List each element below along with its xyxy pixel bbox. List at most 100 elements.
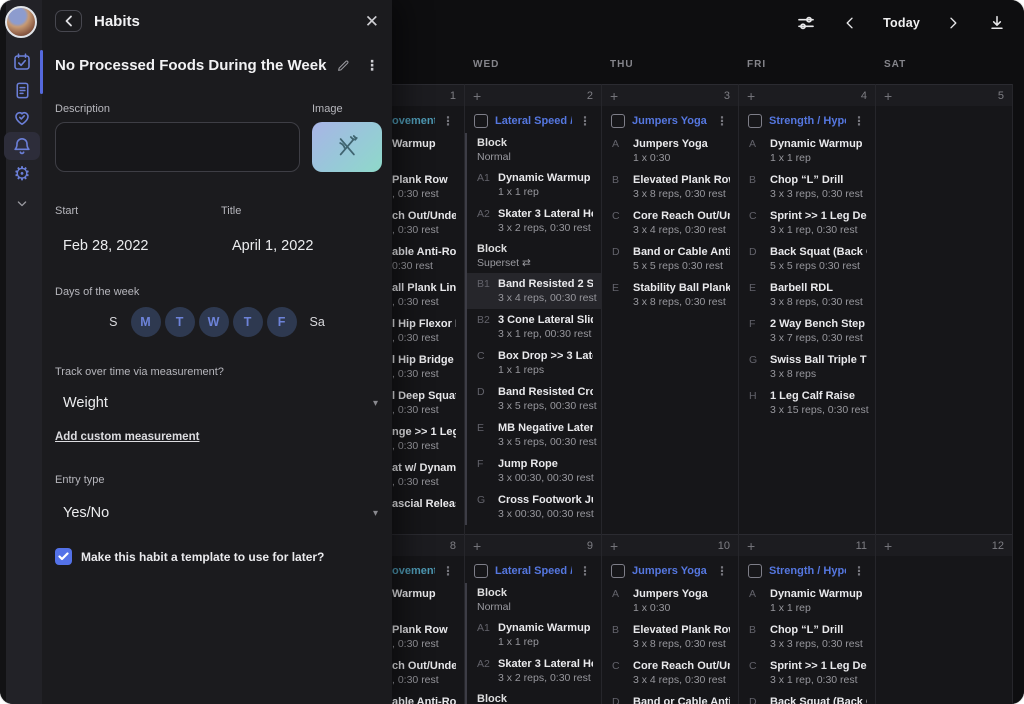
exercise-label: G [749, 353, 770, 382]
add-entry-button[interactable]: + [884, 89, 892, 103]
workout-menu-icon[interactable]: ⋮ [442, 115, 454, 127]
start-date-value[interactable]: Feb 28, 2022 [63, 238, 148, 254]
sidebar-item-health[interactable] [4, 104, 40, 132]
sidebar-item-notifications[interactable] [4, 132, 40, 160]
workout-checkbox[interactable] [748, 114, 762, 128]
day-chip-S[interactable]: S [109, 315, 117, 329]
day-chip-M[interactable]: M [131, 307, 161, 337]
exercise-row[interactable]: CBox Drop >> 3 Lateral H...1 x 1 reps [467, 345, 601, 381]
edit-pencil-icon[interactable] [336, 58, 351, 73]
workout-menu-icon[interactable]: ⋮ [853, 565, 865, 577]
prev-week-button[interactable] [839, 12, 861, 34]
exercise-row[interactable]: BElevated Plank Row3 x 8 reps, 0:30 rest [602, 169, 738, 205]
exercise-row[interactable]: FJump Rope3 x 00:30, 00:30 rest [467, 453, 601, 489]
exercise-row[interactable]: DBack Squat (Back Off Set)5 x 5 reps 0:3… [739, 691, 875, 704]
download-icon[interactable] [986, 12, 1008, 34]
exercise-row[interactable]: EBarbell RDL3 x 8 reps, 0:30 rest [739, 277, 875, 313]
exercise-row[interactable]: F2 Way Bench Step Up3 x 7 reps, 0:30 res… [739, 313, 875, 349]
scrollbar-thumb[interactable] [40, 50, 43, 94]
workout-checkbox[interactable] [474, 564, 488, 578]
sidebar-item-notes[interactable] [4, 76, 40, 104]
exercise-row[interactable]: GSwiss Ball Triple Threat3 x 8 reps [739, 349, 875, 385]
exercise-row[interactable]: CCore Reach Out/Under3 x 4 reps, 0:30 re… [602, 655, 738, 691]
add-entry-button[interactable]: + [884, 539, 892, 553]
exercise-row[interactable]: DBand or Cable Anti Rotati...5 x 5 reps … [602, 241, 738, 277]
measurement-select[interactable]: Weight ▾ [63, 395, 378, 411]
workout-title[interactable]: Lateral Speed / Plyo [495, 115, 572, 127]
exercise-row[interactable]: AJumpers Yoga1 x 0:30 [602, 133, 738, 169]
entry-type-select[interactable]: Yes/No ▾ [63, 505, 378, 521]
workout-checkbox[interactable] [474, 114, 488, 128]
exercise-row[interactable]: A1Dynamic Warmup1 x 1 rep [467, 617, 601, 653]
exercise-row[interactable]: CSprint >> 1 Leg Declarations3 x 1 rep, … [739, 655, 875, 691]
workout-checkbox[interactable] [611, 564, 625, 578]
exercise-row[interactable]: A2Skater 3 Lateral Hops >> ...3 x 2 reps… [467, 203, 601, 239]
avatar[interactable] [5, 6, 37, 38]
today-button[interactable]: Today [883, 16, 920, 30]
workout-title[interactable]: Strength / Hypertro... [769, 115, 846, 127]
exercise-row[interactable]: CCore Reach Out/Under3 x 4 reps, 0:30 re… [602, 205, 738, 241]
exercise-row[interactable]: ADynamic Warmup1 x 1 rep [739, 133, 875, 169]
habit-image-tile[interactable] [312, 122, 382, 172]
exercise-label: B [749, 173, 770, 202]
habit-title: No Processed Foods During the Week [55, 57, 326, 74]
close-icon[interactable]: ✕ [365, 13, 379, 30]
next-week-button[interactable] [942, 12, 964, 34]
day-chip-T[interactable]: T [233, 307, 263, 337]
workout-title[interactable]: Jumpers Yoga / Core [632, 115, 709, 127]
workout-menu-icon[interactable]: ⋮ [716, 115, 728, 127]
exercise-row[interactable]: A1Dynamic Warmup1 x 1 rep [467, 167, 601, 203]
exercise-row[interactable]: GCross Footwork Jump Rope3 x 00:30, 00:3… [467, 489, 601, 525]
add-entry-button[interactable]: + [747, 89, 755, 103]
workout-menu-icon[interactable]: ⋮ [442, 565, 454, 577]
day-chip-W[interactable]: W [199, 307, 229, 337]
add-entry-button[interactable]: + [473, 89, 481, 103]
exercise-row[interactable]: CSprint >> 1 Leg Declarations3 x 1 rep, … [739, 205, 875, 241]
add-entry-button[interactable]: + [610, 539, 618, 553]
exercise-row[interactable]: DBand or Cable Anti Rotati...5 x 5 reps … [602, 691, 738, 704]
workout-checkbox[interactable] [611, 114, 625, 128]
exercise-row[interactable]: BChop “L” Drill3 x 3 reps, 0:30 rest [739, 619, 875, 655]
day-chip-F[interactable]: F [267, 307, 297, 337]
exercise-row[interactable]: AJumpers Yoga1 x 0:30 [602, 583, 738, 619]
workout-title[interactable]: Jumpers Yoga / Core [632, 565, 709, 577]
add-entry-button[interactable]: + [473, 539, 481, 553]
exercise-row[interactable]: BElevated Plank Row3 x 8 reps, 0:30 rest [602, 619, 738, 655]
template-checkbox[interactable] [55, 548, 72, 565]
exercise-row[interactable]: EStability Ball Plank Linear ...3 x 8 re… [602, 277, 738, 313]
day-chip-T[interactable]: T [165, 307, 195, 337]
exercise-row[interactable]: DBand Resisted Crossover...3 x 5 reps, 0… [467, 381, 601, 417]
back-button[interactable] [55, 10, 82, 32]
add-entry-button[interactable]: + [747, 539, 755, 553]
description-input[interactable] [55, 122, 300, 172]
workout-checkbox[interactable] [748, 564, 762, 578]
exercise-row[interactable]: BChop “L” Drill3 x 3 reps, 0:30 rest [739, 169, 875, 205]
workout-menu-icon[interactable]: ⋮ [579, 115, 591, 127]
habit-menu-icon[interactable]: ⋮ [365, 57, 379, 74]
workout-menu-icon[interactable]: ⋮ [579, 565, 591, 577]
exercise-label: C [612, 659, 633, 688]
add-custom-measurement-link[interactable]: Add custom measurement [55, 431, 199, 443]
filter-sliders-icon[interactable] [795, 12, 817, 34]
exercise-row[interactable]: DBack Squat (Back Off Set)5 x 5 reps 0:3… [739, 241, 875, 277]
sidebar-item-settings[interactable]: ⚙ [4, 160, 40, 188]
workout-title[interactable]: Lateral Speed / Plyo [495, 565, 572, 577]
exercise-main: l Hip Bridge w/ ..., 0:30 rest [392, 353, 456, 382]
day-chip-Sa[interactable]: Sa [310, 315, 325, 329]
exercise-row[interactable]: ADynamic Warmup1 x 1 rep [739, 583, 875, 619]
sidebar-item-calendar[interactable] [4, 48, 40, 76]
exercise-row[interactable]: H1 Leg Calf Raise3 x 15 reps, 0:30 rest [739, 385, 875, 421]
end-date-value[interactable]: April 1, 2022 [232, 238, 313, 254]
sidebar-expand-button[interactable] [4, 190, 40, 218]
workout-title[interactable]: ovement Q... [392, 565, 435, 577]
workout-menu-icon[interactable]: ⋮ [853, 115, 865, 127]
workout-menu-icon[interactable]: ⋮ [716, 565, 728, 577]
workout-title[interactable]: ovement Q... [392, 115, 435, 127]
exercise-name: Band Resisted 2 Step Late... [498, 277, 593, 292]
exercise-row[interactable]: EMB Negative Lateral Hop...3 x 5 reps, 0… [467, 417, 601, 453]
exercise-row[interactable]: A2Skater 3 Lateral Hops >> ...3 x 2 reps… [467, 653, 601, 689]
add-entry-button[interactable]: + [610, 89, 618, 103]
exercise-row[interactable]: B1Band Resisted 2 Step Late...3 x 4 reps… [467, 273, 601, 309]
workout-title[interactable]: Strength / Hypertro... [769, 565, 846, 577]
exercise-row[interactable]: B23 Cone Lateral Slide3 x 1 rep, 00:30 r… [467, 309, 601, 345]
